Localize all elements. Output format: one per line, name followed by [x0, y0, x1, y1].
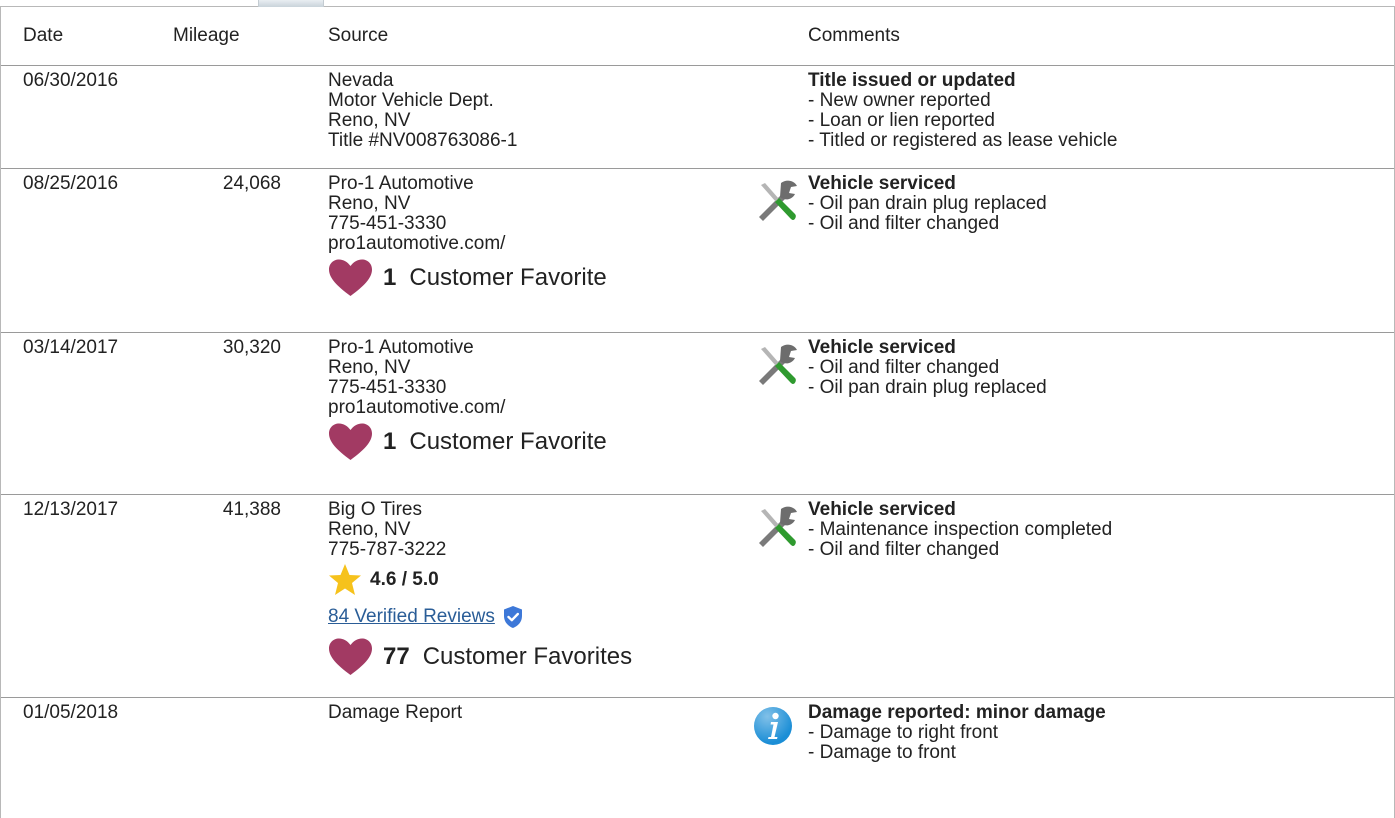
comment-line: - Titled or registered as lease vehicle: [808, 130, 1118, 151]
source-website: pro1automotive.com/: [328, 233, 506, 254]
customer-favorites: 77 Customer Favorites: [328, 638, 748, 676]
row-comments: Title issued or updated - New owner repo…: [808, 71, 1378, 151]
row-date: 12/13/2017: [23, 499, 119, 520]
comment-title: Vehicle serviced: [808, 499, 956, 520]
comment-line: - Damage to right front: [808, 722, 999, 743]
wrench-screwdriver-icon: [753, 177, 801, 230]
row-mileage: 30,320: [222, 337, 281, 358]
source-line: Title #NV008763086-1: [328, 130, 518, 151]
comment-line: - Oil pan drain plug replaced: [808, 377, 1047, 398]
source-location: Reno, NV: [328, 357, 411, 378]
verified-reviews-link[interactable]: 84 Verified Reviews: [328, 607, 495, 627]
info-icon: [753, 706, 793, 751]
table-row: 03/14/2017 30,320 Pro-1 Automotive Reno,…: [1, 333, 1394, 495]
customer-favorites: 1 Customer Favorite: [328, 259, 748, 297]
row-source: Big O Tires Reno, NV 775-787-3222 4.6 / …: [328, 500, 748, 676]
table-header: Date Mileage Source Comments: [1, 7, 1394, 66]
heart-icon: [329, 259, 372, 296]
star-icon: [329, 564, 361, 595]
source-phone: 775-451-3330: [328, 377, 447, 398]
source-line: Reno, NV: [328, 110, 411, 131]
favorites-count: 1: [383, 428, 397, 455]
row-date: 06/30/2016: [23, 70, 119, 91]
table-row: 06/30/2016 Nevada Motor Vehicle Dept. Re…: [1, 66, 1394, 169]
source-line: Motor Vehicle Dept.: [328, 90, 494, 111]
comment-line: - Maintenance inspection completed: [808, 519, 1113, 540]
row-date: 08/25/2016: [23, 173, 119, 194]
row-mileage: 24,068: [222, 173, 281, 194]
table-row: 08/25/2016 24,068 Pro-1 Automotive Reno,…: [1, 169, 1394, 333]
favorites-count: 77: [383, 643, 410, 670]
rating-value: 4.6 / 5.0: [370, 569, 439, 590]
header-date: Date: [23, 25, 64, 46]
source-name: Big O Tires: [328, 499, 422, 520]
comment-line: - Loan or lien reported: [808, 110, 995, 131]
customer-favorites: 1 Customer Favorite: [328, 423, 748, 461]
history-table: Date Mileage Source Comments 06/30/2016 …: [0, 7, 1395, 818]
header-source: Source: [328, 25, 389, 46]
comment-title: Vehicle serviced: [808, 173, 956, 194]
rating: 4.6 / 5.0: [328, 563, 748, 597]
source-location: Reno, NV: [328, 519, 411, 540]
comment-line: - Oil pan drain plug replaced: [808, 193, 1047, 214]
row-date: 01/05/2018: [23, 702, 119, 723]
row-comments: Damage reported: minor damage - Damage t…: [808, 703, 1378, 763]
heart-icon: [329, 423, 372, 460]
source-name: Pro-1 Automotive: [328, 337, 474, 358]
wrench-screwdriver-icon: [753, 503, 801, 556]
verified-badge-icon: [503, 606, 522, 628]
row-comments: Vehicle serviced - Oil pan drain plug re…: [808, 174, 1378, 234]
heart-icon: [329, 638, 372, 675]
comment-line: - Damage to front: [808, 742, 956, 763]
comment-line: - Oil and filter changed: [808, 357, 1000, 378]
source-location: Reno, NV: [328, 193, 411, 214]
comment-title: Vehicle serviced: [808, 337, 956, 358]
row-comments: Vehicle serviced - Maintenance inspectio…: [808, 500, 1378, 560]
source-line: Nevada: [328, 70, 394, 91]
source-name: Pro-1 Automotive: [328, 173, 474, 194]
source-phone: 775-451-3330: [328, 213, 447, 234]
row-date: 03/14/2017: [23, 337, 119, 358]
comment-line: - Oil and filter changed: [808, 213, 1000, 234]
source-name: Damage Report: [328, 702, 463, 723]
reviews: 84 Verified Reviews: [328, 601, 748, 633]
tab-stub: [258, 0, 324, 7]
table-row: 01/05/2018 Damage Report Damage reported…: [1, 698, 1394, 818]
row-source: Pro-1 Automotive Reno, NV 775-451-3330 p…: [328, 174, 748, 297]
comment-title: Title issued or updated: [808, 70, 1016, 91]
source-phone: 775-787-3222: [328, 539, 447, 560]
row-source: Nevada Motor Vehicle Dept. Reno, NV Titl…: [328, 71, 748, 151]
favorites-count: 1: [383, 264, 397, 291]
row-source: Pro-1 Automotive Reno, NV 775-451-3330 p…: [328, 338, 748, 461]
favorites-label: Customer Favorites: [422, 643, 633, 670]
top-strip: [0, 0, 1395, 7]
row-comments: Vehicle serviced - Oil and filter change…: [808, 338, 1378, 398]
header-comments: Comments: [808, 25, 900, 46]
source-website: pro1automotive.com/: [328, 397, 506, 418]
table-row: 12/13/2017 41,388 Big O Tires Reno, NV 7…: [1, 495, 1394, 698]
comment-title: Damage reported: minor damage: [808, 702, 1106, 723]
comment-line: - New owner reported: [808, 90, 991, 111]
wrench-screwdriver-icon: [753, 341, 801, 394]
row-mileage: 41,388: [222, 499, 281, 520]
comment-line: - Oil and filter changed: [808, 539, 1000, 560]
header-mileage: Mileage: [173, 25, 240, 46]
favorites-label: Customer Favorite: [409, 264, 607, 291]
favorites-label: Customer Favorite: [409, 428, 607, 455]
row-source: Damage Report: [328, 703, 748, 723]
